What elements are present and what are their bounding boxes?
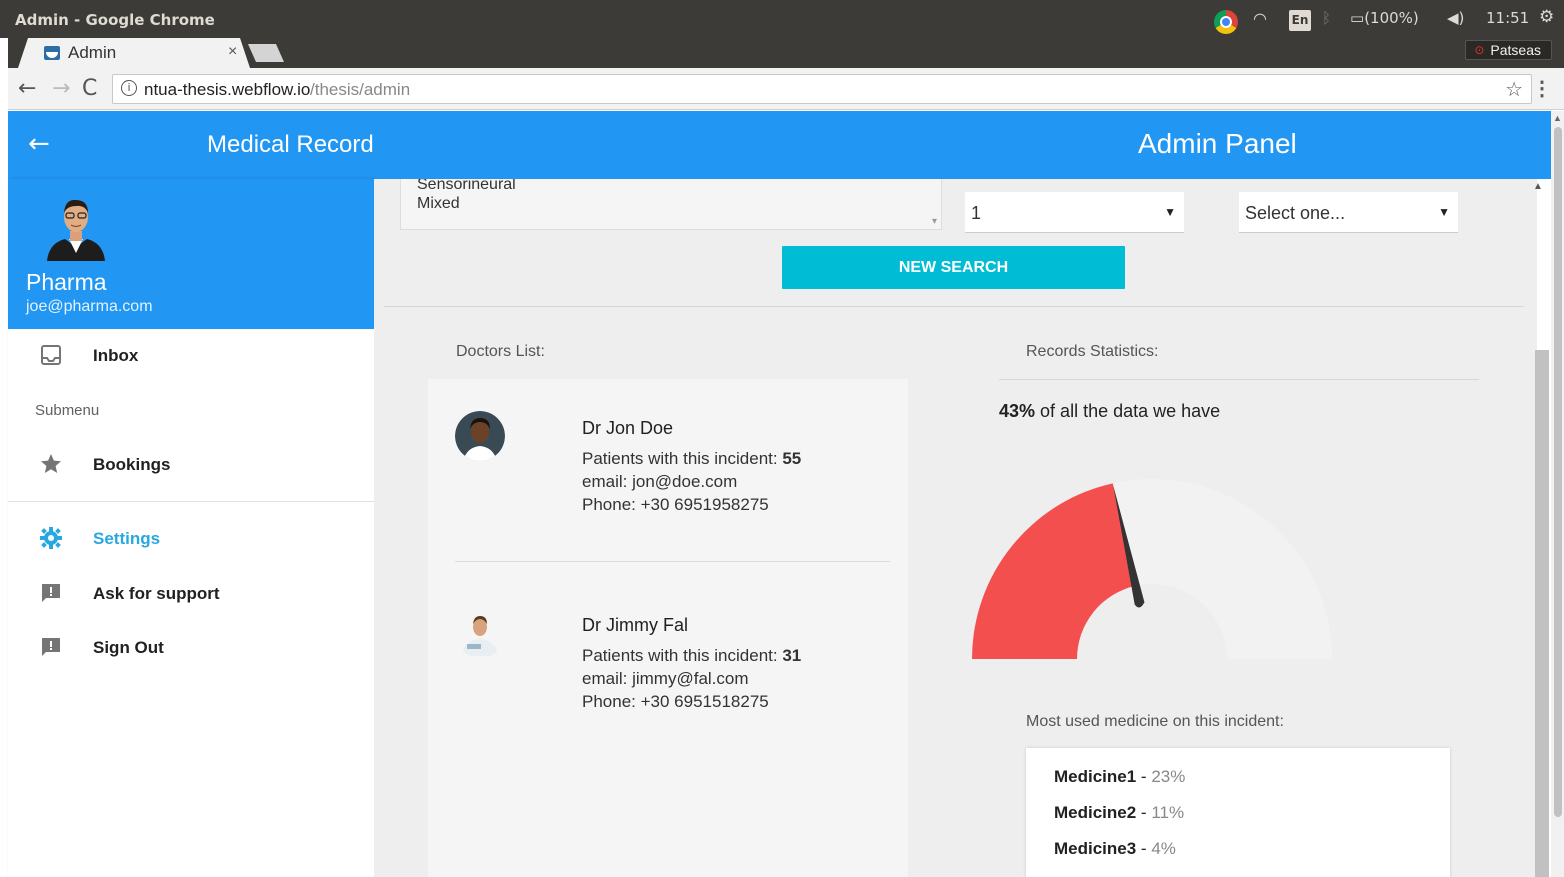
- doctor-name: Dr Jimmy Fal: [582, 615, 688, 635]
- feedback-icon: [42, 584, 60, 602]
- doctor-phone: Phone: +30 6951958275: [582, 495, 769, 514]
- list-divider: [455, 561, 890, 562]
- battery-icon: ▭: [1350, 9, 1365, 27]
- browser-menu-icon[interactable]: ⋮: [1532, 76, 1552, 101]
- list-item: Medicine1 - 23%: [1054, 767, 1186, 786]
- address-bar[interactable]: i ntua-thesis.webflow.io /thesis/admin ☆: [112, 74, 1532, 104]
- sidebar-item-label: Ask for support: [93, 584, 220, 603]
- gauge-chart: [972, 479, 1332, 659]
- app-header: ← Medical Record Admin Panel: [8, 111, 1551, 179]
- info-icon[interactable]: i: [121, 80, 137, 96]
- sidebar-item-support[interactable]: Ask for support: [8, 569, 374, 619]
- new-tab-button[interactable]: [248, 44, 284, 62]
- select-value: 1: [971, 203, 982, 223]
- doctors-heading: Doctors List:: [456, 343, 545, 360]
- stats-percent: 43%: [999, 401, 1036, 421]
- medicine-heading: Most used medicine on this incident:: [1026, 713, 1284, 730]
- back-icon[interactable]: ←: [18, 76, 36, 101]
- profile-email: joe@pharma.com: [26, 298, 153, 315]
- arrow-left-icon[interactable]: ←: [28, 129, 50, 159]
- sidebar-item-sign-out[interactable]: Sign Out: [8, 623, 374, 673]
- tab-close-icon[interactable]: ×: [228, 43, 237, 61]
- inbox-icon: [41, 345, 61, 365]
- chrome-tray-icon[interactable]: [1214, 10, 1238, 34]
- sidebar-item-label: Sign Out: [93, 638, 164, 657]
- stats-heading: Records Statistics:: [1026, 343, 1159, 360]
- scrollbar-thumb[interactable]: [1554, 127, 1562, 817]
- sidebar-item-label: Inbox: [93, 346, 139, 365]
- doctor-patients: Patients with this incident: 55: [582, 449, 802, 468]
- doctor-phone: Phone: +30 6951518275: [582, 692, 769, 711]
- new-search-button[interactable]: NEW SEARCH: [782, 246, 1125, 289]
- page-title: Medical Record: [207, 131, 374, 158]
- panel-title: Admin Panel: [1138, 128, 1297, 159]
- inner-scrollbar[interactable]: [1535, 350, 1549, 877]
- doctor-name: Dr Jon Doe: [582, 418, 674, 438]
- stats-percent-text: of all the data we have: [1040, 401, 1221, 421]
- volume-icon[interactable]: ◀): [1447, 9, 1464, 27]
- chevron-down-icon[interactable]: ▾: [932, 216, 937, 227]
- profile-button[interactable]: Patseas: [1465, 40, 1552, 60]
- list-option[interactable]: Sensorineural: [417, 179, 516, 194]
- list-option[interactable]: Mixed: [417, 195, 460, 213]
- caret-down-icon: ▼: [1164, 205, 1176, 219]
- star-icon: [41, 454, 61, 473]
- url-path: /thesis/admin: [310, 80, 411, 99]
- doctor-email: email: jimmy@fal.com: [582, 669, 749, 688]
- scroll-up-icon[interactable]: ▲: [1553, 113, 1562, 123]
- doctor-avatar: [455, 411, 505, 461]
- doctors-list: Dr Jon Doe Patients with this incident: …: [428, 379, 908, 877]
- doctor-patients: Patients with this incident: 31: [582, 646, 802, 665]
- doctor-email: email: jon@doe.com: [582, 472, 738, 491]
- sidebar-divider: [8, 501, 374, 502]
- sidebar-item-inbox[interactable]: Inbox: [8, 331, 374, 381]
- gauge-fill: [972, 483, 1136, 659]
- tab-admin[interactable]: Admin ×: [18, 38, 250, 68]
- system-settings-icon[interactable]: ⚙: [1539, 7, 1554, 27]
- sidebar-item-settings[interactable]: Settings: [8, 514, 374, 564]
- scroll-up-icon[interactable]: ▲: [1533, 181, 1543, 192]
- gear-icon: [40, 527, 62, 549]
- feedback-icon: [42, 638, 60, 656]
- stats-divider: [999, 379, 1479, 380]
- bookmark-star-icon[interactable]: ☆: [1505, 77, 1523, 102]
- number-select[interactable]: 1 ▼: [965, 192, 1184, 233]
- select-value: Select one...: [1245, 203, 1346, 223]
- sidebar-item-label: Settings: [93, 529, 161, 548]
- favicon-icon: [44, 46, 60, 60]
- sidebar-item-label: Bookings: [93, 455, 171, 474]
- avatar: [47, 199, 105, 261]
- submenu-heading: Submenu: [35, 402, 100, 419]
- url-host: ntua-thesis.webflow.io: [144, 80, 311, 99]
- browser-toolbar: ← → C i ntua-thesis.webflow.io /thesis/a…: [8, 68, 1564, 110]
- clock[interactable]: 11:51: [1486, 9, 1529, 27]
- wifi-icon[interactable]: ◠: [1253, 9, 1267, 28]
- doctor-avatar: [455, 608, 505, 658]
- tab-title: Admin: [68, 43, 117, 62]
- profile-header: Pharma joe@pharma.com: [8, 179, 374, 329]
- medicine-list: Medicine1 - 23% Medicine2 - 11% Medicine…: [1026, 748, 1450, 877]
- reload-icon[interactable]: C: [82, 76, 97, 101]
- sidebar-item-bookings[interactable]: Bookings: [8, 440, 374, 490]
- keyboard-language-indicator[interactable]: En: [1289, 10, 1311, 31]
- stats-summary: 43% of all the data we have: [999, 401, 1220, 422]
- list-item: Medicine3 - 4%: [1054, 839, 1176, 858]
- bluetooth-icon[interactable]: ᛒ: [1322, 9, 1331, 27]
- main-content: Sensorineural Mixed ▾ 1 ▼ Select one... …: [374, 179, 1537, 877]
- sidebar: Pharma joe@pharma.com Inbox Submenu Book…: [8, 179, 374, 877]
- os-top-bar: Admin - Google Chrome ◠ En ᛒ ▭(100%) ◀) …: [0, 0, 1564, 38]
- battery-indicator[interactable]: ▭(100%): [1350, 9, 1419, 27]
- category-select[interactable]: Select one... ▼: [1239, 192, 1458, 233]
- caret-down-icon: ▼: [1438, 205, 1450, 219]
- forward-icon[interactable]: →: [52, 76, 70, 101]
- tab-strip: Admin × Patseas: [8, 38, 1564, 68]
- list-item: Medicine2 - 11%: [1054, 803, 1185, 822]
- hearing-loss-multiselect[interactable]: Sensorineural Mixed ▾: [400, 179, 942, 230]
- profile-name: Pharma: [26, 269, 107, 295]
- window-title: Admin - Google Chrome: [15, 11, 215, 29]
- page-scrollbar[interactable]: ▲: [1551, 111, 1564, 877]
- battery-percent: (100%): [1364, 9, 1419, 27]
- section-divider: [384, 306, 1524, 307]
